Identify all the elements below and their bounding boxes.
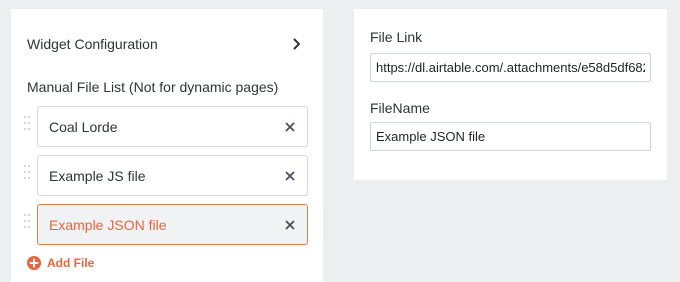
file-details-panel: File Link FileName (354, 9, 667, 180)
close-icon[interactable] (283, 218, 297, 232)
plus-circle-icon (27, 256, 41, 270)
drag-handle-icon[interactable] (24, 116, 30, 136)
widget-configuration-toggle[interactable]: Widget Configuration (27, 35, 303, 53)
file-item-label: Example JS file (49, 167, 146, 184)
close-icon[interactable] (283, 169, 297, 183)
file-name-label: FileName (370, 100, 430, 116)
file-link-label: File Link (370, 29, 423, 45)
file-item-label: Example JSON file (49, 216, 167, 233)
file-name-input[interactable] (370, 122, 651, 151)
file-item-label: Coal Lorde (49, 118, 118, 135)
widget-configuration-title: Widget Configuration (27, 36, 158, 52)
file-item-example-js[interactable]: Example JS file (37, 155, 308, 196)
add-file-label: Add File (47, 256, 95, 270)
drag-handle-icon[interactable] (24, 214, 30, 234)
drag-handle-icon[interactable] (24, 165, 30, 185)
file-item-example-json[interactable]: Example JSON file (37, 204, 308, 245)
chevron-right-icon[interactable] (291, 38, 303, 50)
list-item: Example JSON file (11, 204, 323, 245)
file-link-input[interactable] (370, 53, 651, 82)
file-item-coal-lorde[interactable]: Coal Lorde (37, 106, 308, 147)
list-item: Example JS file (11, 155, 323, 196)
add-file-button[interactable]: Add File (27, 255, 94, 271)
widget-config-panel: Widget Configuration Manual File List (N… (11, 9, 323, 282)
manual-file-list-label: Manual File List (Not for dynamic pages) (27, 79, 279, 95)
list-item: Coal Lorde (11, 106, 323, 147)
close-icon[interactable] (283, 120, 297, 134)
